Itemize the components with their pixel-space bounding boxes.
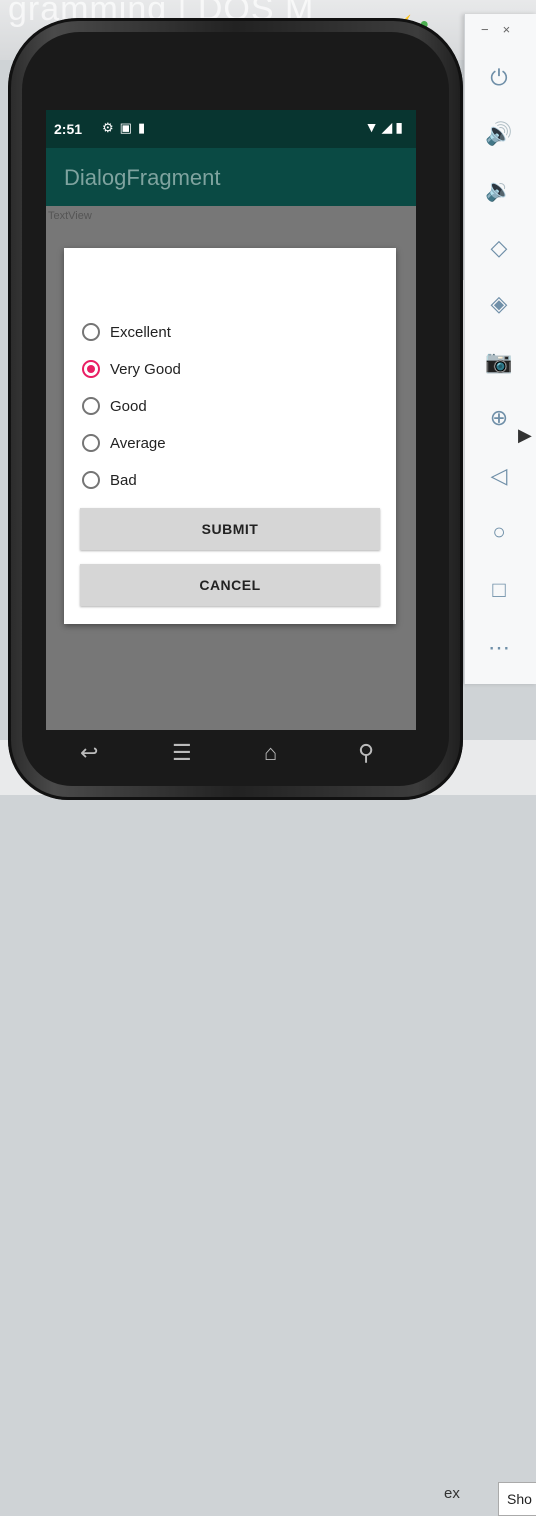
- radio-label: Bad: [110, 471, 137, 489]
- radio-label: Good: [110, 397, 147, 415]
- home-icon[interactable]: ○: [481, 514, 517, 550]
- radio-option-good[interactable]: Good: [82, 392, 147, 420]
- camera-icon[interactable]: 📷: [481, 344, 517, 380]
- status-time: 2:51: [54, 121, 83, 137]
- radio-button-checked[interactable]: [82, 360, 100, 378]
- close-icon[interactable]: ×: [503, 22, 525, 37]
- cancel-button[interactable]: CANCEL: [80, 564, 380, 606]
- sd-card-icon: ▮: [137, 120, 152, 135]
- app-title: DialogFragment: [64, 165, 221, 190]
- desktop-field-box[interactable]: Sho: [498, 1482, 536, 1516]
- radio-option-excellent[interactable]: Excellent: [82, 318, 171, 346]
- minimize-icon[interactable]: −: [481, 22, 503, 37]
- back-icon[interactable]: ↩: [80, 740, 98, 766]
- textview-label: TextView: [48, 210, 92, 222]
- status-right-icons: ▼◢▮: [365, 119, 406, 136]
- back-icon[interactable]: ◁: [481, 458, 517, 494]
- more-icon[interactable]: ⋯: [481, 630, 517, 666]
- radio-label: Average: [110, 434, 166, 452]
- square-icon: ▣: [119, 120, 138, 135]
- home-icon[interactable]: ⌂: [264, 740, 277, 766]
- app-bar: DialogFragment: [46, 148, 416, 206]
- radio-label: Very Good: [110, 360, 181, 378]
- emulator-toolbar: −× ⏻ 🔊 🔉 ◇ ◈ 📷 ⊕ ◁ ○ □ ⋯: [464, 14, 536, 684]
- radio-option-average[interactable]: Average: [82, 429, 166, 457]
- wifi-icon: ▼: [364, 119, 382, 135]
- mouse-cursor-icon: ▶: [518, 425, 532, 445]
- zoom-icon[interactable]: ⊕: [481, 400, 517, 436]
- status-left-icons: ⚙▣▮: [102, 120, 151, 136]
- desktop-field-label: ex: [444, 1485, 460, 1502]
- radio-label: Excellent: [110, 323, 171, 341]
- submit-button[interactable]: SUBMIT: [80, 508, 380, 550]
- volume-up-icon[interactable]: 🔊: [481, 116, 517, 152]
- gear-icon: ⚙: [102, 120, 120, 135]
- radio-button[interactable]: [82, 434, 100, 452]
- radio-button[interactable]: [82, 323, 100, 341]
- rating-dialog: Excellent Very Good Good Average Bad SUB…: [64, 248, 396, 624]
- volume-down-icon[interactable]: 🔉: [481, 172, 517, 208]
- status-bar: 2:51 ⚙▣▮ ▼◢▮: [46, 110, 416, 148]
- radio-option-bad[interactable]: Bad: [82, 466, 137, 494]
- phone-screen: 2:51 ⚙▣▮ ▼◢▮ DialogFragment TextView Exc…: [46, 110, 416, 730]
- rotate-left-icon[interactable]: ◇: [481, 230, 517, 266]
- power-icon[interactable]: ⏻: [481, 60, 517, 96]
- radio-button[interactable]: [82, 471, 100, 489]
- menu-icon[interactable]: ☰: [172, 740, 192, 766]
- radio-button[interactable]: [82, 397, 100, 415]
- overview-icon[interactable]: □: [481, 572, 517, 608]
- battery-icon: ▮: [395, 119, 406, 135]
- search-icon[interactable]: ⚲: [358, 740, 374, 766]
- signal-icon: ◢: [381, 119, 396, 135]
- android-nav-bar: ↩ ☰ ⌂ ⚲: [46, 728, 416, 780]
- radio-option-very-good[interactable]: Very Good: [82, 355, 181, 383]
- rotate-right-icon[interactable]: ◈: [481, 286, 517, 322]
- window-controls: −×: [481, 22, 524, 37]
